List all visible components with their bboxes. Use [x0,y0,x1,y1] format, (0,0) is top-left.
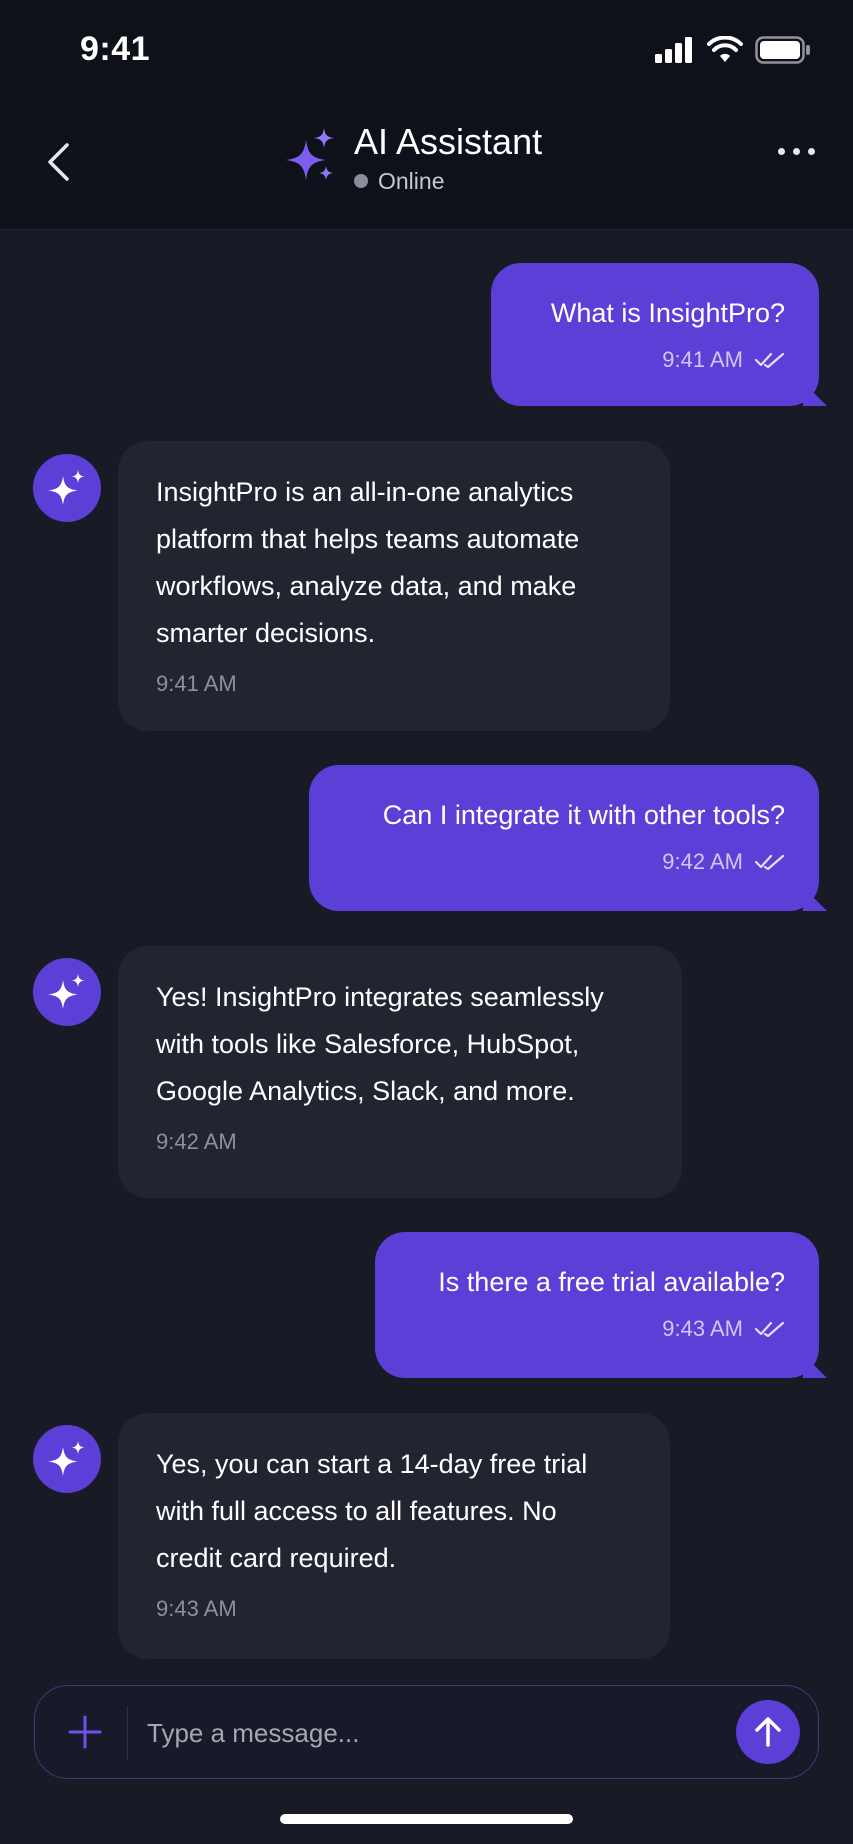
message-meta: 9:41 AM [525,347,785,373]
message-line: with full access to all features. No [156,1496,557,1526]
battery-icon [755,36,810,64]
message-time: 9:43 AM [662,1316,743,1341]
back-button[interactable] [36,134,80,190]
bubble-tail [803,382,827,406]
user-message[interactable]: Is there a free trial available? 9:43 AM [375,1232,827,1378]
message-time: 9:43 AM [156,1596,237,1621]
chat-screen: 9:41 AI Assistant Online What is Insight… [0,0,853,1844]
assistant-message[interactable]: InsightPro is an all-in-one analytics pl… [118,441,670,731]
assistant-identity: AI Assistant Online [284,122,542,195]
message-text: InsightPro is an all-in-one analytics pl… [156,469,634,657]
message-input[interactable] [147,1710,737,1756]
double-check-icon [755,854,785,870]
message-text: Yes! InsightPro integrates seamlessly wi… [156,974,646,1115]
assistant-message[interactable]: Yes, you can start a 14-day free trial w… [118,1413,670,1659]
message-line: smarter decisions. [156,618,376,648]
message-text: Can I integrate it with other tools? [382,800,785,830]
header-title: AI Assistant [354,121,543,162]
wifi-icon [707,36,743,62]
home-indicator[interactable] [280,1814,573,1824]
message-line: platform that helps teams automate [156,524,580,554]
double-check-icon [755,352,785,368]
message-line: credit card required. [156,1543,397,1573]
sparkles-icon [48,470,85,505]
message-line: with tools like Salesforce, HubSpot, [156,1029,580,1059]
plus-icon [68,1715,102,1749]
status-text: Online [378,167,445,194]
assistant-message[interactable]: Yes! InsightPro integrates seamlessly wi… [118,946,682,1198]
send-button[interactable] [736,1700,800,1764]
message-line: Yes, you can start a 14-day free trial [156,1449,588,1479]
more-options-button[interactable] [778,148,815,155]
message-text: Is there a free trial available? [438,1267,785,1297]
message-meta: 9:43 AM [409,1316,785,1342]
message-text: What is InsightPro? [550,298,785,328]
more-horizontal-icon-dot [808,148,815,155]
double-check-icon [755,1321,785,1337]
assistant-avatar [33,1425,101,1493]
message-composer [34,1685,819,1779]
assistant-avatar [33,454,101,522]
message-line: workflows, analyze data, and make [156,571,577,601]
bubble-tail [803,1354,827,1378]
attach-button[interactable] [65,1712,105,1752]
signal-icon [655,37,692,63]
status-bar: 9:41 [0,0,853,100]
user-message[interactable]: What is InsightPro? 9:41 AM [491,263,827,406]
user-message[interactable]: Can I integrate it with other tools? 9:4… [309,765,827,911]
assistant-avatar [33,958,101,1026]
composer-divider [127,1706,128,1760]
message-line: Yes! InsightPro integrates seamlessly [156,982,604,1012]
status-icons [655,36,811,64]
chevron-left-icon [48,143,69,181]
message-time: 9:41 AM [156,671,237,696]
status-time: 9:41 [80,30,151,68]
online-status: Online [354,168,542,195]
message-time: 9:42 AM [662,849,743,874]
sparkles-icon [286,128,334,181]
message-text: Yes, you can start a 14-day free trial w… [156,1441,634,1582]
message-time: 9:42 AM [156,1129,237,1154]
message-meta: 9:42 AM [343,849,785,875]
sparkles-icon [48,974,85,1009]
chat-header: AI Assistant Online [0,100,853,230]
message-time: 9:41 AM [662,347,743,372]
message-line: Google Analytics, Slack, and more. [156,1076,575,1106]
more-horizontal-icon-dot [778,148,785,155]
message-line: InsightPro is an all-in-one analytics [156,477,574,507]
status-dot [354,174,368,189]
arrow-up-icon [755,1717,781,1747]
sparkles-icon [48,1441,85,1476]
bubble-tail [803,887,827,911]
more-horizontal-icon-dot [793,148,800,155]
